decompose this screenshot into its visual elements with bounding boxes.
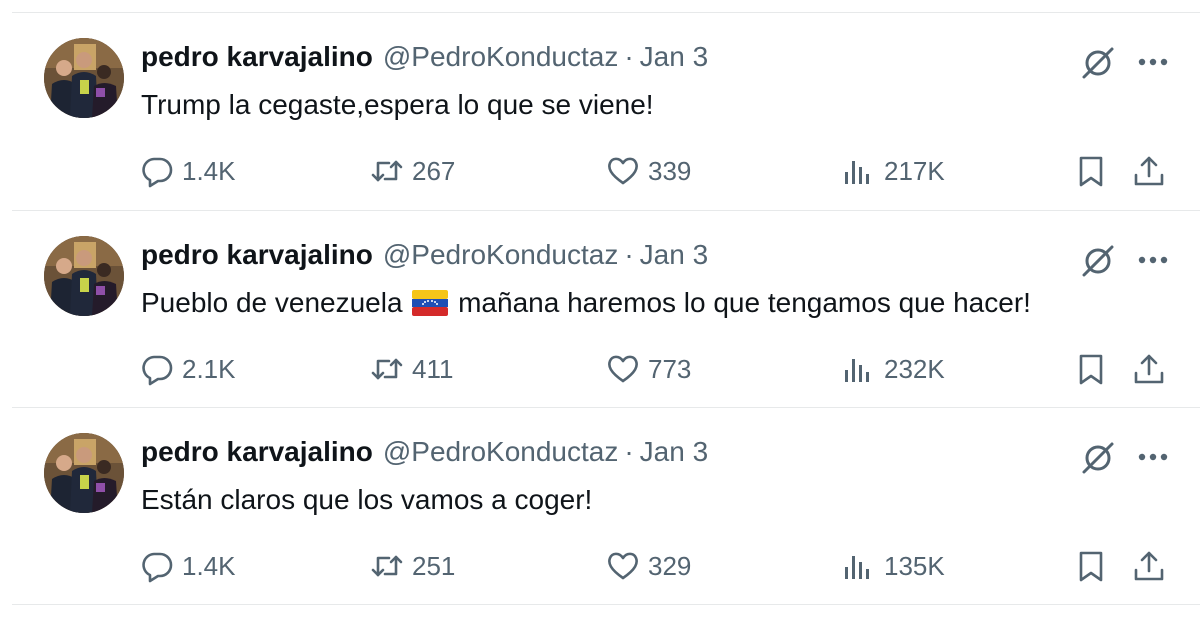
reply-count: 1.4K	[182, 550, 236, 581]
tweet-text-part: Están claros que los vamos a coger!	[141, 484, 593, 515]
divider	[12, 407, 1200, 408]
views-bar-chart-icon	[845, 161, 869, 184]
avatar[interactable]	[44, 433, 124, 513]
more-dots-icon[interactable]	[1133, 240, 1173, 280]
share-upload-icon	[1134, 551, 1164, 581]
views-button[interactable]: 217K	[842, 151, 945, 191]
retweet-icon	[371, 160, 403, 182]
tweet-text: Están claros que los vamos a coger!	[141, 481, 592, 519]
views-bar-chart-icon	[845, 556, 869, 579]
retweet-button[interactable]: 267	[370, 151, 455, 191]
reply-button[interactable]: 1.4K	[140, 546, 236, 586]
tweet-header: pedro karvajalino @PedroKonductaz · Jan 3	[141, 238, 708, 272]
display-name[interactable]: pedro karvajalino	[141, 41, 373, 72]
separator: ·	[624, 41, 634, 72]
grok-icon[interactable]	[1078, 42, 1118, 82]
tweet-item[interactable]: pedro karvajalino @PedroKonductaz · Jan 3 E…	[0, 433, 1200, 629]
tweet-item[interactable]: pedro karvajalino @PedroKonductaz · Jan 3 T…	[0, 38, 1200, 234]
tweet-item[interactable]: pedro karvajalino @PedroKonductaz · Jan 3 P…	[0, 236, 1200, 432]
reply-button[interactable]: 1.4K	[140, 151, 236, 191]
retweet-count: 251	[412, 550, 456, 581]
grok-icon[interactable]	[1078, 240, 1118, 280]
reply-bubble-icon	[142, 355, 173, 386]
share-button[interactable]	[1132, 546, 1166, 586]
tweet-text-part: Trump la cegaste,espera lo que se viene!	[141, 89, 654, 120]
heart-icon	[608, 157, 638, 185]
separator: ·	[624, 239, 634, 270]
views-button[interactable]: 135K	[842, 546, 945, 586]
bookmark-button[interactable]	[1074, 349, 1108, 389]
reply-count: 1.4K	[182, 155, 236, 186]
views-count: 217K	[884, 155, 945, 186]
bookmark-icon	[1079, 354, 1103, 385]
like-count: 329	[648, 550, 692, 581]
views-button[interactable]: 232K	[842, 349, 945, 389]
share-button[interactable]	[1132, 151, 1166, 191]
retweet-count: 267	[412, 155, 456, 186]
share-upload-icon	[1134, 354, 1164, 384]
reply-bubble-icon	[142, 157, 173, 188]
retweet-button[interactable]: 411	[370, 349, 453, 389]
more-dots-icon[interactable]	[1133, 437, 1173, 477]
retweet-icon	[371, 555, 403, 577]
bookmark-icon	[1079, 551, 1103, 582]
views-count: 232K	[884, 353, 945, 384]
like-count: 339	[648, 155, 692, 186]
bookmark-button[interactable]	[1074, 151, 1108, 191]
display-name[interactable]: pedro karvajalino	[141, 239, 373, 270]
tweet-header: pedro karvajalino @PedroKonductaz · Jan 3	[141, 435, 708, 469]
divider	[12, 210, 1200, 211]
tweet-text-part: Pueblo de venezuela	[141, 287, 403, 318]
bookmark-button[interactable]	[1074, 546, 1108, 586]
reply-bubble-icon	[142, 552, 173, 583]
grok-icon[interactable]	[1078, 437, 1118, 477]
avatar[interactable]	[44, 38, 124, 118]
tweet-text-part: mañana haremos lo que tengamos que hacer…	[458, 287, 1031, 318]
bookmark-icon	[1079, 156, 1103, 187]
separator: ·	[624, 436, 634, 467]
heart-icon	[608, 552, 638, 580]
views-bar-chart-icon	[845, 359, 869, 382]
retweet-icon	[371, 358, 403, 380]
tweet-header: pedro karvajalino @PedroKonductaz · Jan 3	[141, 40, 708, 74]
avatar[interactable]	[44, 236, 124, 316]
timestamp[interactable]: Jan 3	[640, 436, 709, 467]
timestamp[interactable]: Jan 3	[640, 239, 709, 270]
reply-count: 2.1K	[182, 353, 236, 384]
tweet-text: Trump la cegaste,espera lo que se viene!	[141, 86, 654, 124]
handle[interactable]: @PedroKonductaz	[383, 239, 618, 270]
tweet-text: Pueblo de venezuela mañana haremos lo qu…	[141, 284, 1031, 322]
retweet-button[interactable]: 251	[370, 546, 455, 586]
divider	[12, 12, 1200, 13]
timestamp[interactable]: Jan 3	[640, 41, 709, 72]
like-button[interactable]: 339	[606, 151, 691, 191]
venezuela-flag-icon	[412, 290, 449, 316]
like-button[interactable]: 329	[606, 546, 691, 586]
display-name[interactable]: pedro karvajalino	[141, 436, 373, 467]
like-count: 773	[648, 353, 692, 384]
divider	[12, 604, 1200, 605]
share-button[interactable]	[1132, 349, 1166, 389]
like-button[interactable]: 773	[606, 349, 691, 389]
share-upload-icon	[1134, 156, 1164, 186]
reply-button[interactable]: 2.1K	[140, 349, 236, 389]
handle[interactable]: @PedroKonductaz	[383, 436, 618, 467]
tweet-feed: pedro karvajalino @PedroKonductaz · Jan 3 T…	[0, 0, 1200, 607]
views-count: 135K	[884, 550, 945, 581]
retweet-count: 411	[412, 353, 454, 384]
more-dots-icon[interactable]	[1133, 42, 1173, 82]
heart-icon	[608, 355, 638, 383]
handle[interactable]: @PedroKonductaz	[383, 41, 618, 72]
